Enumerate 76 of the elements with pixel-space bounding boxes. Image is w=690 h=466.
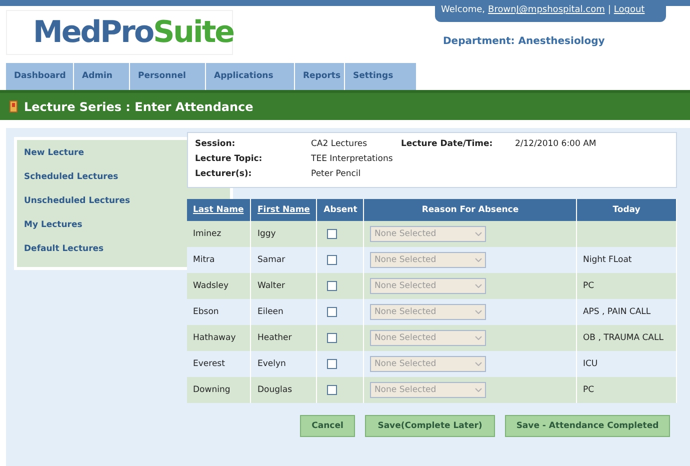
reason-dropdown[interactable]: None Selected: [370, 304, 486, 320]
reason-dropdown[interactable]: None Selected: [370, 252, 486, 268]
table-cell: Samar: [257, 254, 286, 265]
table-cell: Everest: [193, 358, 225, 369]
table-cell: APS , PAIN CALL: [582, 306, 651, 317]
department-label: Department: Anesthesiology: [443, 35, 605, 48]
table-cell: Douglas: [257, 384, 292, 395]
chevron-icon: [475, 284, 482, 288]
reason-dropdown[interactable]: None Selected: [370, 330, 486, 346]
sidebar-link[interactable]: Default Lectures: [24, 243, 104, 267]
chevron-icon: [475, 336, 482, 340]
table-cell: Mitra: [193, 254, 215, 265]
table-cell: Ebson: [193, 306, 219, 317]
table-cell: Heather: [257, 332, 292, 343]
table-cell: Evelyn: [257, 358, 286, 369]
action-button[interactable]: Cancel: [300, 415, 355, 437]
reason-dropdown[interactable]: None Selected: [370, 278, 486, 294]
page-title: Lecture Series : Enter Attendance: [24, 98, 254, 116]
column-header: Reason For Absence: [422, 204, 519, 215]
absent-checkbox[interactable]: [327, 359, 338, 369]
chevron-icon: [475, 258, 482, 262]
greeting-text: Welcome,: [441, 4, 486, 18]
sort-link[interactable]: Last Name: [193, 204, 244, 215]
chevron-icon: [475, 388, 482, 392]
absent-checkbox[interactable]: [327, 385, 338, 395]
field-value: TEE Interpretations: [311, 153, 394, 166]
table-cell: Eileen: [257, 306, 284, 317]
logo[interactable]: MedProSuite: [33, 18, 234, 48]
nav-tab[interactable]: Reports: [295, 63, 345, 90]
sidebar-link[interactable]: Unscheduled Lectures: [24, 195, 130, 219]
nav-tab[interactable]: Dashboard: [6, 63, 74, 90]
absent-checkbox[interactable]: [327, 255, 338, 265]
table-cell: PC: [582, 384, 594, 395]
table-cell: Walter: [257, 280, 285, 291]
table-cell: Wadsley: [193, 280, 229, 291]
logout-link[interactable]: Logout: [614, 4, 645, 18]
chevron-icon: [475, 232, 482, 236]
field-label: Lecture Date/Time:: [401, 138, 494, 151]
reason-dropdown[interactable]: None Selected: [370, 382, 486, 398]
chevron-icon: [475, 362, 482, 366]
nav-tab[interactable]: Settings: [345, 63, 417, 90]
chevron-icon: [475, 310, 482, 314]
absent-checkbox[interactable]: [327, 333, 338, 343]
absent-checkbox[interactable]: [327, 307, 338, 317]
nav-tab[interactable]: Personnel: [130, 63, 206, 90]
field-value: 2/12/2010 6:00 AM: [515, 138, 598, 151]
nav-tab[interactable]: Admin: [74, 63, 130, 90]
reason-dropdown[interactable]: None Selected: [370, 226, 486, 242]
field-value: CA2 Lectures: [311, 138, 368, 151]
table-cell: OB , TRAUMA CALL: [582, 332, 664, 343]
absent-checkbox[interactable]: [327, 281, 338, 291]
table-cell: Hathaway: [193, 332, 236, 343]
separator-text: |: [608, 4, 611, 18]
reason-dropdown[interactable]: None Selected: [370, 356, 486, 372]
email-link[interactable]: BrownJ@mpshospital.com: [488, 4, 605, 18]
absent-checkbox[interactable]: [327, 229, 338, 239]
sidebar-link[interactable]: Scheduled Lectures: [24, 171, 118, 195]
action-button[interactable]: Save - Attendance Completed: [505, 415, 670, 437]
table-cell: ICU: [582, 358, 598, 369]
table-cell: PC: [582, 280, 594, 291]
field-value: Peter Pencil: [311, 168, 362, 181]
field-label: Session:: [195, 138, 236, 151]
field-label: Lecture Topic:: [195, 153, 264, 166]
sort-link[interactable]: First Name: [257, 204, 310, 215]
table-cell: Iggy: [257, 228, 276, 239]
field-label: Lecturer(s):: [195, 168, 253, 181]
nav-tab[interactable]: Applications: [206, 63, 295, 90]
sidebar-link[interactable]: New Lecture: [24, 147, 84, 171]
action-button[interactable]: Save(Complete Later): [365, 415, 495, 437]
column-header: Today: [612, 204, 640, 215]
table-cell: Iminez: [193, 228, 222, 239]
sidebar-link[interactable]: My Lectures: [24, 219, 82, 243]
column-header: Absent: [324, 204, 358, 215]
book-icon: [9, 100, 19, 113]
table-cell: Night FLoat: [582, 254, 632, 265]
table-cell: Downing: [193, 384, 230, 395]
